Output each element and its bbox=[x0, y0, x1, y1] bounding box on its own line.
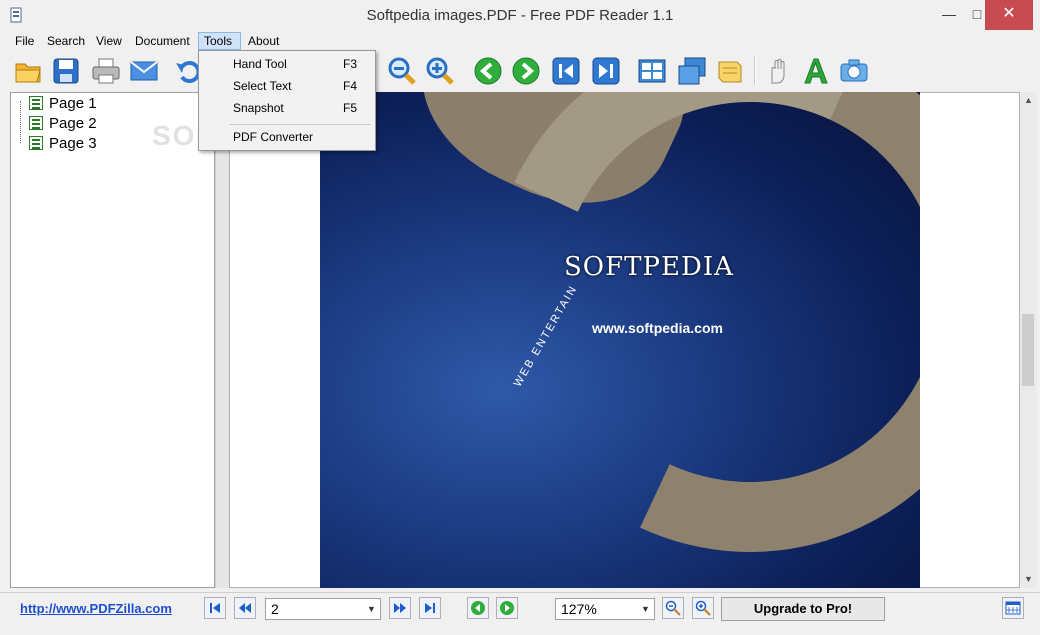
menu-item-snapshot[interactable]: Snapshot F5 bbox=[200, 97, 374, 119]
tree-item-label: Page 3 bbox=[49, 134, 97, 152]
page-icon bbox=[29, 136, 43, 150]
status-bar: http://www.PDFZilla.com 2 ▼ 127% ▼ Upgra… bbox=[0, 592, 1040, 635]
last-page-button[interactable] bbox=[419, 597, 441, 619]
zoom-select[interactable]: 127% ▼ bbox=[555, 598, 655, 620]
zoom-value: 127% bbox=[561, 601, 597, 617]
tree-item-page-1[interactable]: Page 1 bbox=[29, 93, 97, 113]
menu-search[interactable]: Search bbox=[42, 32, 90, 50]
vertical-scrollbar[interactable]: ▲ ▼ bbox=[1020, 92, 1037, 588]
zoom-in-button[interactable] bbox=[692, 597, 714, 619]
page-icon bbox=[29, 96, 43, 110]
window-title: Softpedia images.PDF - Free PDF Reader 1… bbox=[366, 7, 674, 24]
page-tree-panel: Page 1 Page 2 Page 3 bbox=[10, 92, 215, 588]
print-icon[interactable] bbox=[90, 55, 122, 87]
minimize-button[interactable]: — bbox=[934, 0, 964, 30]
menu-item-label: Select Text bbox=[233, 79, 292, 93]
last-page-icon[interactable] bbox=[590, 55, 622, 87]
pdfzilla-link[interactable]: http://www.PDFZilla.com bbox=[20, 601, 172, 616]
menu-item-shortcut: F3 bbox=[343, 57, 358, 71]
single-page-icon[interactable] bbox=[636, 55, 668, 87]
back-button[interactable] bbox=[467, 597, 489, 619]
scroll-down-icon[interactable]: ▼ bbox=[1020, 571, 1037, 588]
menu-item-shortcut: F4 bbox=[343, 79, 358, 93]
upgrade-button[interactable]: Upgrade to Pro! bbox=[721, 597, 885, 621]
menu-view[interactable]: View bbox=[91, 32, 127, 50]
scroll-up-icon[interactable]: ▲ bbox=[1020, 92, 1037, 109]
menu-item-label: PDF Converter bbox=[233, 130, 314, 144]
menu-file[interactable]: File bbox=[10, 32, 39, 50]
save-icon[interactable] bbox=[50, 55, 82, 87]
open-folder-icon[interactable] bbox=[12, 55, 44, 87]
tree-item-page-2[interactable]: Page 2 bbox=[29, 113, 97, 133]
chevron-down-icon[interactable]: ▼ bbox=[637, 599, 654, 619]
toolbar-separator bbox=[754, 57, 756, 85]
chevron-down-icon[interactable]: ▼ bbox=[363, 599, 380, 619]
title-bar: Softpedia images.PDF - Free PDF Reader 1… bbox=[0, 0, 1040, 32]
menu-item-label: Snapshot bbox=[233, 101, 284, 115]
panel-splitter[interactable] bbox=[215, 92, 230, 588]
menu-item-pdf-converter[interactable]: PDF Converter bbox=[200, 126, 374, 148]
select-text-icon[interactable] bbox=[800, 55, 832, 87]
previous-page-button[interactable] bbox=[234, 597, 256, 619]
first-page-button[interactable] bbox=[204, 597, 226, 619]
previous-page-icon[interactable] bbox=[472, 55, 504, 87]
pdf-page-image: SOFTPEDIA www.softpedia.com WEB ENTERTAI… bbox=[320, 92, 920, 588]
menu-about[interactable]: About bbox=[243, 32, 284, 50]
tree-item-page-3[interactable]: Page 3 bbox=[29, 133, 97, 153]
zoom-in-icon[interactable] bbox=[424, 55, 456, 87]
tree-item-label: Page 1 bbox=[49, 94, 97, 112]
hand-tool-icon[interactable] bbox=[762, 55, 794, 87]
image-brand-text: SOFTPEDIA bbox=[564, 252, 734, 282]
next-page-button[interactable] bbox=[389, 597, 411, 619]
menu-separator bbox=[229, 124, 371, 125]
menu-document[interactable]: Document bbox=[130, 32, 195, 50]
tree-connector bbox=[20, 101, 21, 143]
menu-item-shortcut: F5 bbox=[343, 101, 358, 115]
rotate-icon[interactable] bbox=[714, 55, 746, 87]
menu-item-hand-tool[interactable]: Hand Tool F3 bbox=[200, 53, 374, 75]
close-button[interactable]: ✕ bbox=[985, 0, 1033, 30]
forward-button[interactable] bbox=[496, 597, 518, 619]
next-page-icon[interactable] bbox=[510, 55, 542, 87]
zoom-out-icon[interactable] bbox=[386, 55, 418, 87]
tree-item-label: Page 2 bbox=[49, 114, 97, 132]
snapshot-icon[interactable] bbox=[838, 55, 870, 87]
zoom-out-button[interactable] bbox=[662, 597, 684, 619]
image-url-text: www.softpedia.com bbox=[592, 320, 723, 336]
continuous-page-icon[interactable] bbox=[676, 55, 708, 87]
menu-item-select-text[interactable]: Select Text F4 bbox=[200, 75, 374, 97]
scroll-thumb[interactable] bbox=[1022, 314, 1034, 386]
menu-item-label: Hand Tool bbox=[233, 57, 287, 71]
tools-dropdown-menu: Hand Tool F3 Select Text F4 Snapshot F5 … bbox=[198, 50, 376, 151]
menu-tools[interactable]: Tools bbox=[198, 32, 241, 50]
toolbar bbox=[0, 51, 1040, 91]
menu-bar: File Search View Document Tools About bbox=[0, 31, 1040, 51]
first-page-icon[interactable] bbox=[550, 55, 582, 87]
page-icon bbox=[29, 116, 43, 130]
calendar-icon[interactable] bbox=[1002, 597, 1024, 619]
email-icon[interactable] bbox=[128, 55, 160, 87]
page-number-select[interactable]: 2 ▼ bbox=[265, 598, 381, 620]
page-number-value: 2 bbox=[271, 601, 279, 617]
